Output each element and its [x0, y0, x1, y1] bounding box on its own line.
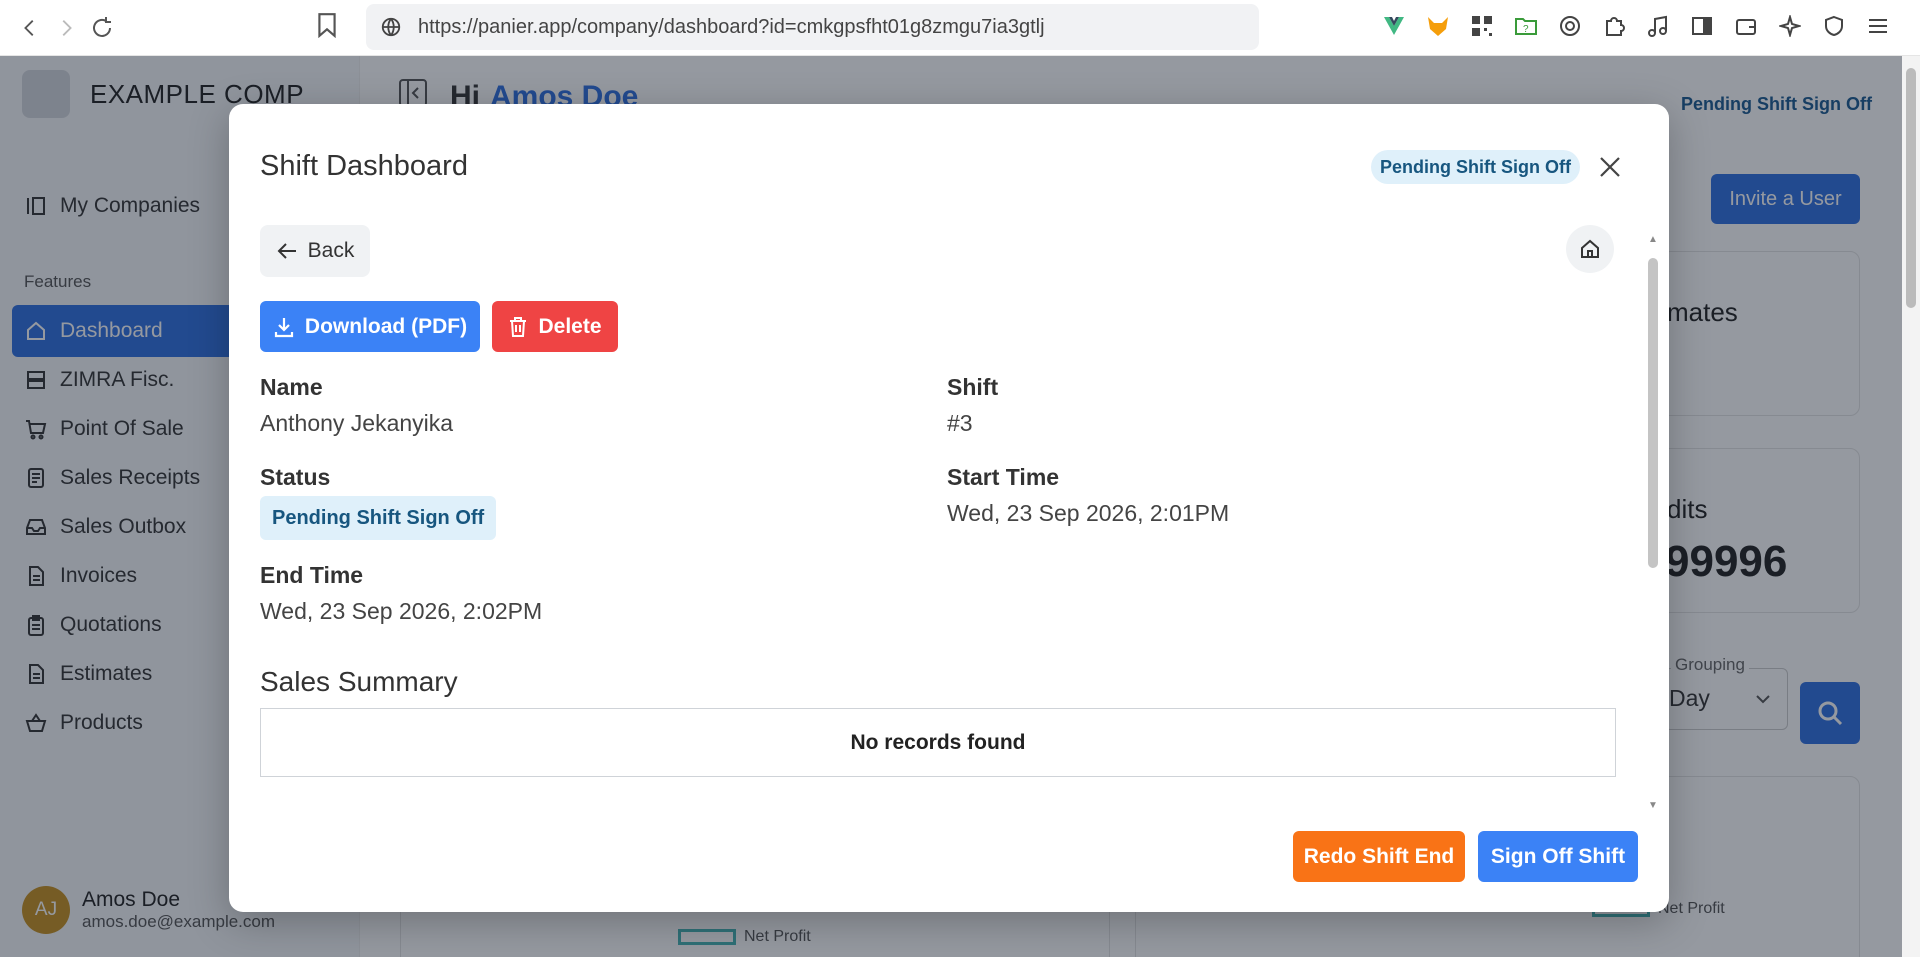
scroll-up-icon[interactable]: ▲: [1647, 234, 1659, 245]
delete-button[interactable]: Delete: [492, 301, 618, 352]
camera-extension-icon[interactable]: [1554, 10, 1586, 42]
redo-shift-end-button[interactable]: Redo Shift End: [1293, 831, 1465, 882]
start-time-label: Start Time: [947, 464, 1060, 490]
music-note-icon[interactable]: [1642, 10, 1674, 42]
browser-toolbar: https://panier.app/company/dashboard?id=…: [0, 0, 1920, 56]
sidebar-toggle-icon[interactable]: [1686, 10, 1718, 42]
page-scrollbar[interactable]: [1902, 56, 1920, 957]
modal-scrollbar-thumb[interactable]: [1648, 258, 1658, 568]
vpn-shield-icon[interactable]: [1818, 10, 1850, 42]
browser-reload-button[interactable]: [84, 10, 120, 46]
home-button[interactable]: [1566, 225, 1614, 273]
browser-menu-icon[interactable]: [1862, 10, 1894, 42]
vue-devtools-icon[interactable]: [1378, 10, 1410, 42]
delete-button-label: Delete: [538, 314, 602, 338]
address-bar[interactable]: https://panier.app/company/dashboard?id=…: [366, 4, 1259, 50]
name-label: Name: [260, 374, 323, 400]
extensions-bar: ?: [1378, 10, 1894, 42]
reload-icon: [93, 16, 111, 37]
start-time-value: Wed, 23 Sep 2026, 2:01PM: [947, 500, 1230, 526]
modal-scrollbar[interactable]: ▲ ▼: [1647, 234, 1659, 811]
arrow-left-icon: [277, 243, 296, 259]
sparkle-icon[interactable]: [1774, 10, 1806, 42]
bookmark-button[interactable]: [316, 12, 338, 43]
wallet-icon[interactable]: [1730, 10, 1762, 42]
status-label: Status: [260, 464, 331, 490]
close-icon: [1600, 157, 1620, 177]
svg-text:?: ?: [1523, 24, 1529, 35]
download-icon: [274, 317, 294, 337]
download-button-label: Download (PDF): [304, 314, 468, 338]
close-button[interactable]: [1593, 150, 1627, 184]
sales-summary-title: Sales Summary: [260, 666, 458, 697]
help-folder-icon[interactable]: ?: [1510, 10, 1542, 42]
end-time-label: End Time: [260, 562, 364, 588]
back-button[interactable]: Back: [260, 225, 370, 277]
scroll-down-icon[interactable]: ▼: [1647, 800, 1659, 811]
puzzle-icon[interactable]: [1598, 10, 1630, 42]
arrow-right-icon: [62, 19, 72, 36]
page-scrollbar-thumb[interactable]: [1906, 68, 1916, 308]
status-badge: Pending Shift Sign Off: [1371, 150, 1580, 184]
arrow-left-icon: [24, 19, 34, 36]
browser-back-button[interactable]: [12, 10, 48, 46]
shift-value: #3: [947, 410, 973, 436]
qr-code-icon[interactable]: [1466, 10, 1498, 42]
browser-forward-button[interactable]: [48, 10, 84, 46]
trash-icon: [510, 316, 527, 337]
shift-dashboard-modal: Shift Dashboard Pending Shift Sign Off B…: [229, 104, 1669, 912]
bookmark-icon: [318, 13, 336, 39]
name-value: Anthony Jekanyika: [260, 410, 454, 436]
end-time-value: Wed, 23 Sep 2026, 2:02PM: [260, 598, 543, 624]
sales-summary-table: No records found: [260, 708, 1616, 777]
site-info-icon[interactable]: [380, 16, 402, 38]
modal-title: Shift Dashboard: [260, 150, 468, 182]
shift-label: Shift: [947, 374, 999, 400]
download-pdf-button[interactable]: Download (PDF): [260, 301, 480, 352]
empty-state-message: No records found: [850, 730, 1026, 754]
fox-extension-icon[interactable]: [1422, 10, 1454, 42]
url-text: https://panier.app/company/dashboard?id=…: [418, 15, 1045, 38]
sign-off-shift-button[interactable]: Sign Off Shift: [1478, 831, 1638, 882]
back-button-label: Back: [307, 239, 355, 262]
status-value-badge: Pending Shift Sign Off: [260, 496, 497, 540]
home-icon: [1581, 239, 1599, 258]
